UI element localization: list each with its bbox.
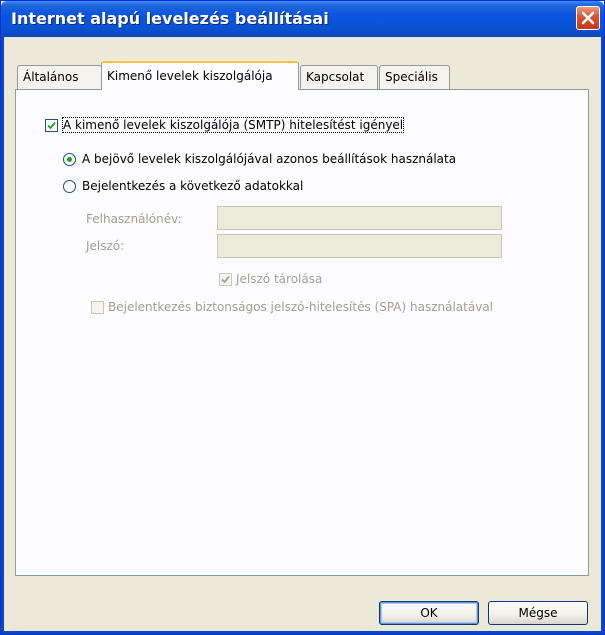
window-frame-left — [1, 37, 4, 634]
window-frame-bottom — [1, 631, 604, 634]
title-bar[interactable]: Internet alapú levelezés beállításai — [1, 1, 604, 37]
tab-label: Kimenő levelek kiszolgálója — [107, 69, 273, 83]
window-title: Internet alapú levelezés beállításai — [11, 9, 329, 28]
tab-label: Kapcsolat — [306, 70, 365, 84]
tab-panel-outgoing-server: A kimenő levelek kiszolgálója (SMTP) hit… — [15, 89, 589, 576]
login-with-radio[interactable] — [63, 180, 76, 193]
same-settings-label[interactable]: A bejövő levelek kiszolgálójával azonos … — [82, 152, 456, 166]
close-button[interactable] — [576, 6, 600, 30]
ok-button[interactable]: OK — [379, 601, 479, 625]
password-label: Jelszó: — [86, 239, 125, 253]
checkmark-icon — [221, 275, 230, 284]
close-icon — [581, 11, 595, 25]
window-frame-right — [601, 37, 604, 634]
cancel-button[interactable]: Mégse — [488, 601, 588, 625]
tab-kapcsolat[interactable]: Kapcsolat — [300, 65, 378, 89]
tab-label: Speciális — [385, 70, 438, 84]
checkmark-icon — [47, 121, 56, 130]
radio-selected-dot — [67, 157, 72, 162]
smtp-auth-label[interactable]: A kimenő levelek kiszolgálója (SMTP) hit… — [61, 117, 405, 133]
tab-label: Általános — [23, 70, 79, 84]
same-settings-radio[interactable] — [63, 153, 76, 166]
smtp-auth-checkbox[interactable] — [45, 119, 58, 132]
spa-checkbox[interactable] — [91, 301, 104, 314]
tab-altalanos[interactable]: Általános — [17, 65, 102, 89]
username-label: Felhasználónév: — [86, 212, 182, 226]
remember-password-checkbox[interactable] — [219, 273, 232, 286]
tab-specialis[interactable]: Speciális — [379, 65, 450, 89]
password-input[interactable] — [217, 234, 502, 258]
remember-password-label[interactable]: Jelszó tárolása — [236, 272, 322, 286]
login-with-label[interactable]: Bejelentkezés a következő adatokkal — [82, 179, 303, 193]
spa-label[interactable]: Bejelentkezés biztonságos jelszó-hiteles… — [108, 300, 493, 314]
username-input[interactable] — [217, 206, 502, 230]
dialog-window: Internet alapú levelezés beállításai Ált… — [0, 0, 605, 635]
tab-kimeno-levelek-kiszolgaloja[interactable]: Kimenő levelek kiszolgálója — [101, 61, 299, 90]
